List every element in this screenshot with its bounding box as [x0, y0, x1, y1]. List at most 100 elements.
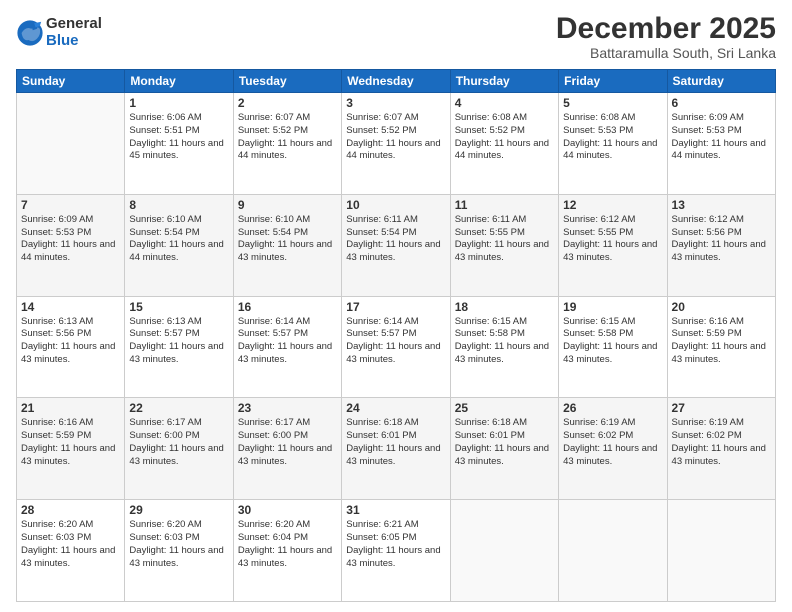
week-row-2: 7Sunrise: 6:09 AMSunset: 5:53 PMDaylight… [17, 194, 776, 296]
logo-blue-text: Blue [46, 33, 102, 50]
calendar-cell: 13 Sunrise: 6:12 AMSunset: 5:56 PMDayligh… [667, 194, 775, 296]
cell-info: Sunrise: 6:09 AMSunset: 5:53 PMDaylight:… [672, 112, 771, 163]
day-number: 21 [21, 401, 120, 415]
day-number: 27 [672, 401, 771, 415]
cell-info: Sunrise: 6:13 AMSunset: 5:56 PMDaylight:… [21, 316, 120, 367]
col-header-thursday: Thursday [450, 70, 558, 93]
day-number: 26 [563, 401, 662, 415]
day-number: 18 [455, 300, 554, 314]
cell-info: Sunrise: 6:14 AMSunset: 5:57 PMDaylight:… [238, 316, 337, 367]
calendar-cell: 19 Sunrise: 6:15 AMSunset: 5:58 PMDayligh… [559, 296, 667, 398]
cell-info: Sunrise: 6:12 AMSunset: 5:56 PMDaylight:… [672, 214, 771, 265]
cell-info: Sunrise: 6:12 AMSunset: 5:55 PMDaylight:… [563, 214, 662, 265]
calendar-cell: 30 Sunrise: 6:20 AMSunset: 6:04 PMDayligh… [233, 500, 341, 602]
cell-info: Sunrise: 6:10 AMSunset: 5:54 PMDaylight:… [129, 214, 228, 265]
cell-info: Sunrise: 6:10 AMSunset: 5:54 PMDaylight:… [238, 214, 337, 265]
cell-info: Sunrise: 6:17 AMSunset: 6:00 PMDaylight:… [238, 417, 337, 468]
cell-info: Sunrise: 6:14 AMSunset: 5:57 PMDaylight:… [346, 316, 445, 367]
day-number: 29 [129, 503, 228, 517]
week-row-1: 1 Sunrise: 6:06 AMSunset: 5:51 PMDaylight… [17, 93, 776, 195]
week-row-4: 21 Sunrise: 6:16 AMSunset: 5:59 PMDayligh… [17, 398, 776, 500]
day-number: 4 [455, 96, 554, 110]
day-number: 25 [455, 401, 554, 415]
calendar-cell: 25Sunrise: 6:18 AMSunset: 6:01 PMDayligh… [450, 398, 558, 500]
cell-info: Sunrise: 6:20 AMSunset: 6:04 PMDaylight:… [238, 519, 337, 570]
calendar-cell: 5 Sunrise: 6:08 AMSunset: 5:53 PMDaylight… [559, 93, 667, 195]
week-row-3: 14 Sunrise: 6:13 AMSunset: 5:56 PMDayligh… [17, 296, 776, 398]
calendar-cell: 26Sunrise: 6:19 AMSunset: 6:02 PMDayligh… [559, 398, 667, 500]
col-header-friday: Friday [559, 70, 667, 93]
col-header-sunday: Sunday [17, 70, 125, 93]
day-number: 28 [21, 503, 120, 517]
day-number: 3 [346, 96, 445, 110]
day-number: 19 [563, 300, 662, 314]
calendar-cell: 9 Sunrise: 6:10 AMSunset: 5:54 PMDaylight… [233, 194, 341, 296]
day-number: 14 [21, 300, 120, 314]
calendar-cell [667, 500, 775, 602]
calendar-cell: 6 Sunrise: 6:09 AMSunset: 5:53 PMDaylight… [667, 93, 775, 195]
cell-info: Sunrise: 6:07 AMSunset: 5:52 PMDaylight:… [238, 112, 337, 163]
location: Battaramulla South, Sri Lanka [556, 45, 776, 61]
day-number: 1 [129, 96, 228, 110]
day-number: 13 [672, 198, 771, 212]
day-number: 12 [563, 198, 662, 212]
cell-info: Sunrise: 6:19 AMSunset: 6:02 PMDaylight:… [672, 417, 771, 468]
logo-text: General Blue [46, 16, 102, 49]
cell-info: Sunrise: 6:20 AMSunset: 6:03 PMDaylight:… [129, 519, 228, 570]
calendar-cell [17, 93, 125, 195]
header: General Blue December 2025 Battaramulla … [16, 12, 776, 61]
calendar-cell: 28Sunrise: 6:20 AMSunset: 6:03 PMDayligh… [17, 500, 125, 602]
calendar-cell [559, 500, 667, 602]
col-header-wednesday: Wednesday [342, 70, 450, 93]
calendar-cell: 20 Sunrise: 6:16 AMSunset: 5:59 PMDayligh… [667, 296, 775, 398]
calendar-cell: 3Sunrise: 6:07 AMSunset: 5:52 PMDaylight… [342, 93, 450, 195]
day-number: 6 [672, 96, 771, 110]
calendar-cell: 29 Sunrise: 6:20 AMSunset: 6:03 PMDayligh… [125, 500, 233, 602]
day-number: 15 [129, 300, 228, 314]
calendar-cell: 16 Sunrise: 6:14 AMSunset: 5:57 PMDayligh… [233, 296, 341, 398]
calendar-cell: 4 Sunrise: 6:08 AMSunset: 5:52 PMDaylight… [450, 93, 558, 195]
cell-info: Sunrise: 6:21 AMSunset: 6:05 PMDaylight:… [346, 519, 445, 570]
calendar-cell: 15 Sunrise: 6:13 AMSunset: 5:57 PMDayligh… [125, 296, 233, 398]
day-number: 2 [238, 96, 337, 110]
calendar-cell: 11Sunrise: 6:11 AMSunset: 5:55 PMDayligh… [450, 194, 558, 296]
day-number: 17 [346, 300, 445, 314]
day-number: 20 [672, 300, 771, 314]
page: General Blue December 2025 Battaramulla … [0, 0, 792, 612]
col-header-tuesday: Tuesday [233, 70, 341, 93]
cell-info: Sunrise: 6:08 AMSunset: 5:52 PMDaylight:… [455, 112, 554, 163]
week-row-5: 28 Sunrise: 6:20 AMSunset: 6:03 PMDayligh… [17, 500, 776, 602]
day-number: 10 [346, 198, 445, 212]
day-number: 8 [129, 198, 228, 212]
cell-info: Sunrise: 6:11 AMSunset: 5:54 PMDaylight:… [346, 214, 445, 265]
day-number: 22 [129, 401, 228, 415]
logo-general-text: General [46, 16, 102, 33]
day-number: 5 [563, 96, 662, 110]
cell-info: Sunrise: 6:13 AMSunset: 5:57 PMDaylight:… [129, 316, 228, 367]
day-number: 9 [238, 198, 337, 212]
calendar-cell: 1 Sunrise: 6:06 AMSunset: 5:51 PMDaylight… [125, 93, 233, 195]
cell-info: Sunrise: 6:16 AMSunset: 5:59 PMDaylight:… [672, 316, 771, 367]
col-header-saturday: Saturday [667, 70, 775, 93]
day-number: 7 [21, 198, 120, 212]
calendar-cell: 2 Sunrise: 6:07 AMSunset: 5:52 PMDaylight… [233, 93, 341, 195]
day-number: 16 [238, 300, 337, 314]
cell-info: Sunrise: 6:16 AMSunset: 5:59 PMDaylight:… [21, 417, 120, 468]
calendar-cell: 14 Sunrise: 6:13 AMSunset: 5:56 PMDayligh… [17, 296, 125, 398]
calendar-cell: 17 Sunrise: 6:14 AMSunset: 5:57 PMDayligh… [342, 296, 450, 398]
cell-info: Sunrise: 6:06 AMSunset: 5:51 PMDaylight:… [129, 112, 228, 163]
calendar-cell: 10 Sunrise: 6:11 AMSunset: 5:54 PMDayligh… [342, 194, 450, 296]
logo: General Blue [16, 16, 102, 49]
calendar-cell [450, 500, 558, 602]
cell-info: Sunrise: 6:15 AMSunset: 5:58 PMDaylight:… [563, 316, 662, 367]
calendar-cell: 7Sunrise: 6:09 AMSunset: 5:53 PMDaylight… [17, 194, 125, 296]
calendar-cell: 21 Sunrise: 6:16 AMSunset: 5:59 PMDayligh… [17, 398, 125, 500]
calendar-table: SundayMondayTuesdayWednesdayThursdayFrid… [16, 69, 776, 602]
day-number: 11 [455, 198, 554, 212]
cell-info: Sunrise: 6:17 AMSunset: 6:00 PMDaylight:… [129, 417, 228, 468]
calendar-cell: 8 Sunrise: 6:10 AMSunset: 5:54 PMDaylight… [125, 194, 233, 296]
cell-info: Sunrise: 6:08 AMSunset: 5:53 PMDaylight:… [563, 112, 662, 163]
cell-info: Sunrise: 6:18 AMSunset: 6:01 PMDaylight:… [346, 417, 445, 468]
day-number: 30 [238, 503, 337, 517]
calendar-cell: 24Sunrise: 6:18 AMSunset: 6:01 PMDayligh… [342, 398, 450, 500]
